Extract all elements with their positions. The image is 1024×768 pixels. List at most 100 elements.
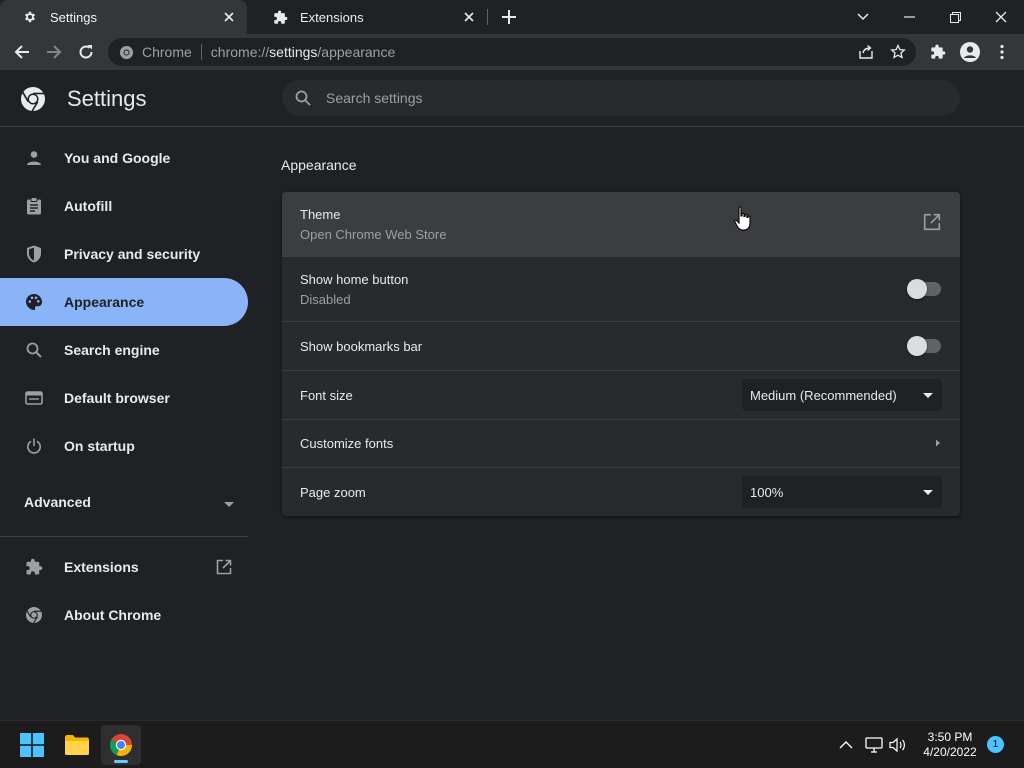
- chip-divider: [200, 44, 202, 60]
- font-size-value: Medium (Recommended): [750, 387, 897, 403]
- close-icon[interactable]: [461, 9, 477, 25]
- sidebar-divider: [0, 536, 248, 537]
- puzzle-icon: [931, 44, 946, 59]
- sidebar-item-appearance[interactable]: Appearance: [0, 278, 248, 326]
- tab-title: Extensions: [300, 9, 364, 25]
- forward-button[interactable]: [42, 40, 66, 64]
- chevron-down-icon: [857, 13, 869, 21]
- theme-sublabel: Open Chrome Web Store: [300, 226, 447, 242]
- page-zoom-row: Page zoom 100%: [282, 467, 960, 516]
- sidebar-item-default-browser[interactable]: Default browser: [0, 374, 248, 422]
- share-icon: [859, 44, 873, 59]
- bookmark-star-button[interactable]: [886, 40, 910, 64]
- tray-overflow-button[interactable]: [836, 735, 856, 755]
- sidebar-item-label: Extensions: [64, 559, 139, 575]
- power-icon: [24, 436, 44, 456]
- font-size-select[interactable]: Medium (Recommended): [742, 379, 942, 411]
- settings-header: Settings: [0, 70, 1024, 127]
- external-link-icon[interactable]: [923, 213, 941, 236]
- tab-search-button[interactable]: [840, 0, 886, 34]
- extensions-button[interactable]: [926, 40, 950, 64]
- close-icon[interactable]: [221, 9, 237, 25]
- taskbar: 3:50 PM 4/20/2022 1: [0, 720, 1024, 768]
- shield-icon: [24, 244, 44, 264]
- bookmarks-bar-row[interactable]: Show bookmarks bar: [282, 321, 960, 370]
- sidebar-item-you-and-google[interactable]: You and Google: [0, 134, 248, 182]
- avatar-icon: [960, 42, 980, 62]
- sidebar-item-on-startup[interactable]: On startup: [0, 422, 248, 470]
- sidebar-item-privacy-and-security[interactable]: Privacy and security: [0, 230, 248, 278]
- system-clock[interactable]: 3:50 PM 4/20/2022: [914, 730, 986, 760]
- page-zoom-label: Page zoom: [300, 484, 366, 500]
- sidebar-item-label: You and Google: [64, 150, 171, 166]
- clipboard-icon: [24, 196, 44, 216]
- start-button[interactable]: [12, 725, 52, 765]
- file-explorer-button[interactable]: [57, 725, 97, 765]
- active-indicator: [114, 760, 128, 763]
- minimize-button[interactable]: [886, 0, 932, 34]
- sidebar-item-autofill[interactable]: Autofill: [0, 182, 248, 230]
- font-size-row: Font size Medium (Recommended): [282, 370, 960, 419]
- restore-button[interactable]: [932, 0, 978, 34]
- puzzle-icon: [24, 557, 44, 577]
- sidebar-item-label: On startup: [64, 438, 135, 454]
- minimize-icon: [903, 16, 915, 18]
- new-tab-button[interactable]: [500, 8, 518, 26]
- appearance-card: Theme Open Chrome Web Store Show home bu…: [282, 192, 960, 516]
- notification-badge[interactable]: 1: [987, 736, 1004, 753]
- menu-button[interactable]: [990, 40, 1014, 64]
- caret-down-icon: [922, 389, 934, 401]
- sidebar-item-label: Appearance: [64, 294, 145, 310]
- clock-date: 4/20/2022: [923, 745, 977, 759]
- caret-down-icon: [224, 494, 234, 510]
- address-bar[interactable]: Chrome chrome://settings/appearance: [108, 38, 916, 66]
- page-title: Settings: [67, 86, 147, 111]
- search-icon: [294, 89, 312, 107]
- share-button[interactable]: [854, 40, 878, 64]
- hand-cursor-icon: [734, 206, 752, 232]
- customize-fonts-row[interactable]: Customize fonts: [282, 419, 960, 467]
- volume-icon[interactable]: [888, 735, 908, 755]
- sidebar-item-search-engine[interactable]: Search engine: [0, 326, 248, 374]
- advanced-label: Advanced: [24, 494, 91, 510]
- search-input[interactable]: [326, 90, 886, 106]
- advanced-section-toggle[interactable]: Advanced: [24, 492, 234, 512]
- settings-search[interactable]: [282, 80, 960, 116]
- back-button[interactable]: [10, 40, 34, 64]
- chrome-icon: [118, 44, 134, 60]
- sidebar-item-about-chrome[interactable]: About Chrome: [0, 591, 248, 639]
- clock-time: 3:50 PM: [927, 730, 973, 744]
- tab-separator: [487, 9, 488, 25]
- theme-row[interactable]: Theme Open Chrome Web Store: [282, 192, 960, 256]
- arrow-right-icon: [47, 45, 62, 59]
- close-window-button[interactable]: [978, 0, 1024, 34]
- page-zoom-select[interactable]: 100%: [742, 476, 942, 508]
- bookmarks-bar-toggle[interactable]: [907, 336, 941, 356]
- tab-strip: Settings Extensions: [0, 0, 1024, 34]
- reload-button[interactable]: [74, 40, 98, 64]
- profile-button[interactable]: [958, 40, 982, 64]
- plus-icon: [502, 10, 516, 24]
- sidebar-item-label: Privacy and security: [64, 246, 201, 262]
- caret-right-icon: [935, 435, 941, 453]
- chrome-taskbar-button[interactable]: [101, 725, 141, 765]
- search-icon: [24, 340, 44, 360]
- windows-logo-icon: [20, 733, 44, 757]
- palette-icon: [24, 292, 44, 312]
- restore-icon: [949, 11, 961, 23]
- chrome-icon: [24, 605, 44, 625]
- home-button-toggle[interactable]: [907, 279, 941, 299]
- sidebar-item-label: Search engine: [64, 342, 160, 358]
- kebab-menu-icon: [1000, 44, 1004, 60]
- tab-title: Settings: [50, 9, 97, 25]
- gear-icon: [22, 9, 38, 25]
- tab-settings[interactable]: Settings: [0, 0, 247, 34]
- browser-icon: [24, 388, 44, 408]
- sidebar-item-extensions[interactable]: Extensions: [0, 543, 248, 591]
- site-chip: Chrome: [142, 44, 192, 60]
- network-icon[interactable]: [864, 735, 884, 755]
- home-button-sublabel: Disabled: [300, 291, 351, 307]
- tab-extensions[interactable]: Extensions: [250, 0, 487, 34]
- url-path: /appearance: [317, 44, 396, 60]
- home-button-row[interactable]: Show home button Disabled: [282, 256, 960, 321]
